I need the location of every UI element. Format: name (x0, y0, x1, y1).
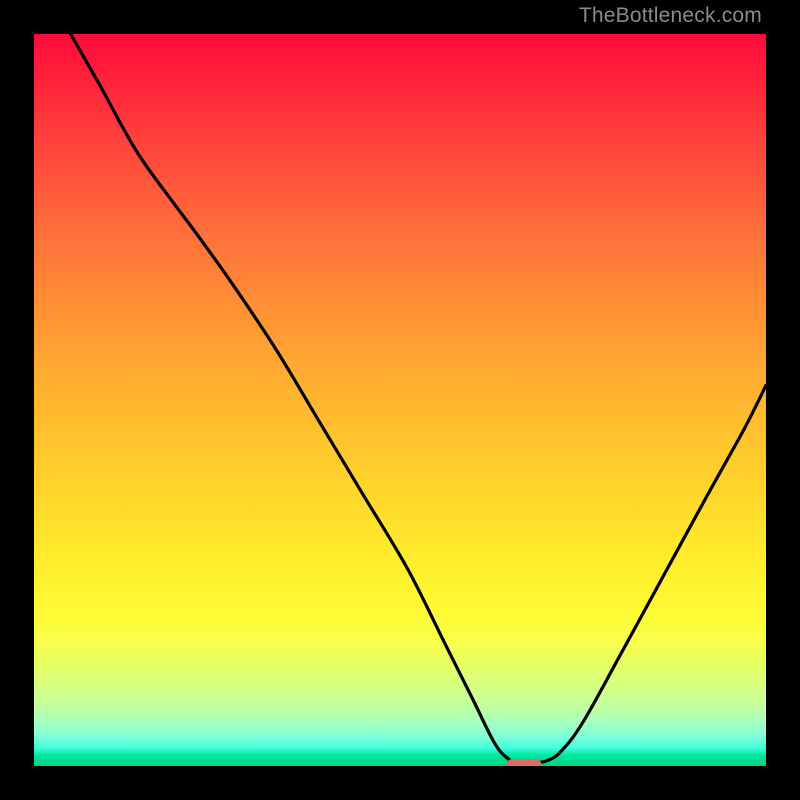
outer-frame: TheBottleneck.com (0, 0, 800, 800)
watermark-text: TheBottleneck.com (579, 4, 762, 28)
bottleneck-curve (34, 34, 766, 766)
optimum-marker (506, 759, 542, 766)
plot-area (34, 34, 766, 766)
